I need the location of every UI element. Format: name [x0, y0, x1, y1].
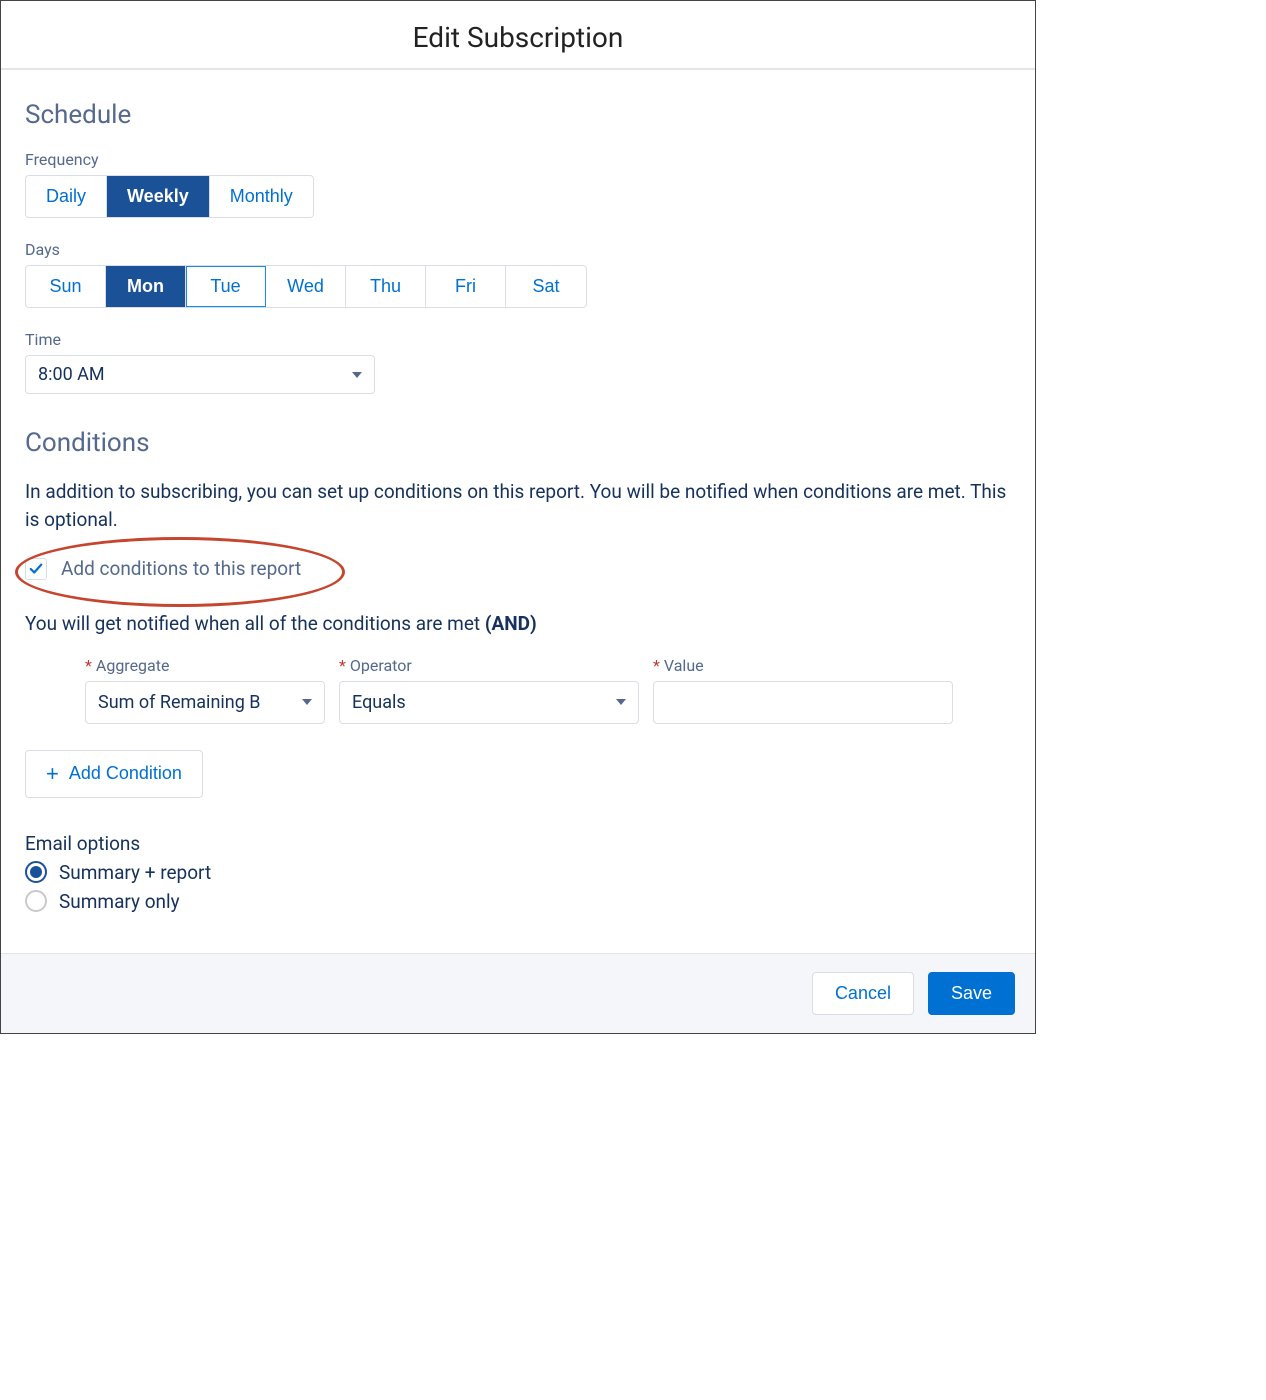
plus-icon: + [46, 763, 59, 785]
notify-text: You will get notified when all of the co… [25, 610, 1011, 638]
edit-subscription-dialog: Edit Subscription Schedule Frequency Dai… [0, 0, 1036, 1034]
add-conditions-label: Add conditions to this report [61, 557, 301, 580]
radio-summary-only[interactable] [25, 890, 47, 912]
day-wed[interactable]: Wed [266, 266, 346, 307]
day-mon[interactable]: Mon [106, 266, 186, 307]
email-option-summary-report[interactable]: Summary + report [25, 861, 1011, 884]
operator-label: *Operator [339, 656, 639, 675]
days-label: Days [25, 240, 1011, 259]
email-option-summary-only[interactable]: Summary only [25, 890, 1011, 913]
notify-prefix: You will get notified when all of the co… [25, 612, 485, 635]
time-label: Time [25, 330, 1011, 349]
add-conditions-checkbox[interactable] [25, 558, 47, 580]
frequency-label: Frequency [25, 150, 1011, 169]
radio-summary-report[interactable] [25, 861, 47, 883]
chevron-down-icon [302, 699, 312, 705]
operator-select[interactable]: Equals [339, 681, 639, 724]
chevron-down-icon [616, 699, 626, 705]
email-options-heading: Email options [25, 832, 1011, 855]
chevron-down-icon [352, 372, 362, 378]
day-sat[interactable]: Sat [506, 266, 586, 307]
dialog-footer: Cancel Save [1, 953, 1035, 1033]
add-condition-label: Add Condition [69, 763, 182, 784]
aggregate-select[interactable]: Sum of Remaining B [85, 681, 325, 724]
schedule-heading: Schedule [25, 100, 1011, 130]
dialog-title: Edit Subscription [1, 1, 1035, 70]
conditions-heading: Conditions [25, 428, 1011, 458]
aggregate-col: *Aggregate Sum of Remaining B [85, 656, 325, 724]
check-icon [29, 562, 43, 576]
day-fri[interactable]: Fri [426, 266, 506, 307]
day-tue[interactable]: Tue [186, 266, 266, 307]
value-input[interactable] [653, 681, 953, 724]
operator-value: Equals [352, 692, 406, 713]
value-label: *Value [653, 656, 953, 675]
email-option-label-1: Summary only [59, 890, 180, 913]
save-button[interactable]: Save [928, 972, 1015, 1015]
day-sun[interactable]: Sun [26, 266, 106, 307]
radio-dot-icon [30, 866, 42, 878]
days-group: Sun Mon Tue Wed Thu Fri Sat [25, 265, 587, 308]
condition-row: *Aggregate Sum of Remaining B *Operator … [85, 656, 1011, 724]
time-value: 8:00 AM [38, 364, 105, 385]
frequency-weekly[interactable]: Weekly [107, 176, 210, 217]
add-conditions-row: Add conditions to this report [25, 551, 1011, 586]
add-condition-button[interactable]: + Add Condition [25, 750, 203, 798]
frequency-monthly[interactable]: Monthly [210, 176, 313, 217]
time-select[interactable]: 8:00 AM [25, 355, 375, 394]
day-thu[interactable]: Thu [346, 266, 426, 307]
value-col: *Value [653, 656, 953, 724]
cancel-button[interactable]: Cancel [812, 972, 914, 1015]
frequency-daily[interactable]: Daily [26, 176, 107, 217]
frequency-group: Daily Weekly Monthly [25, 175, 314, 218]
aggregate-label: *Aggregate [85, 656, 325, 675]
aggregate-value: Sum of Remaining B [98, 692, 260, 713]
notify-bold: (AND) [485, 612, 537, 635]
conditions-description: In addition to subscribing, you can set … [25, 478, 1011, 533]
dialog-content: Schedule Frequency Daily Weekly Monthly … [1, 70, 1035, 953]
operator-col: *Operator Equals [339, 656, 639, 724]
email-option-label-0: Summary + report [59, 861, 211, 884]
